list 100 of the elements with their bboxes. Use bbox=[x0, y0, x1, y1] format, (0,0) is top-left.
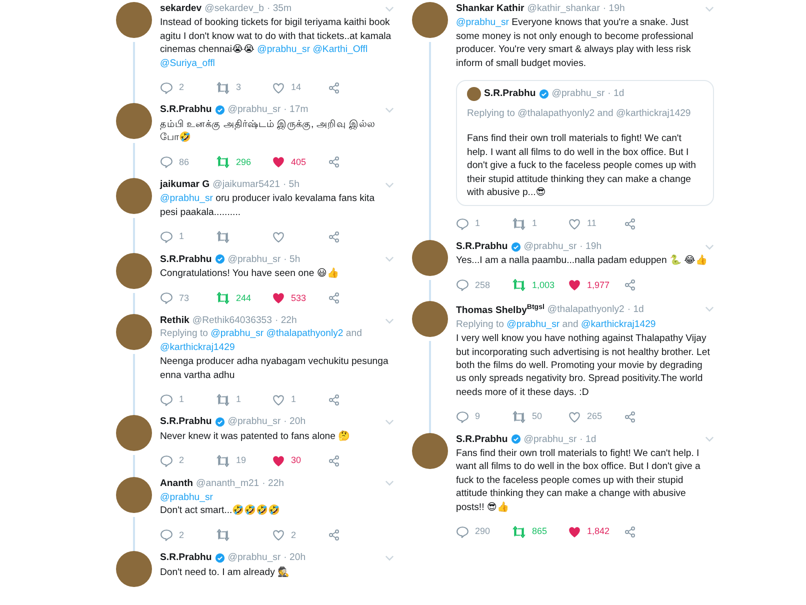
tweet-text: Never knew it was patented to fans alone 🤔 bbox=[160, 430, 352, 444]
reply-button[interactable]: 86 bbox=[160, 156, 216, 170]
retweet-button[interactable]: 1 bbox=[216, 392, 272, 406]
user-name[interactable]: S.R.Prabhu bbox=[456, 240, 508, 254]
chevron-icon[interactable] bbox=[385, 256, 394, 262]
avatar[interactable] bbox=[116, 551, 152, 588]
chevron-icon[interactable] bbox=[385, 182, 394, 188]
retweet-button[interactable]: 19 bbox=[216, 454, 272, 468]
quoted-tweet[interactable] bbox=[456, 80, 714, 206]
retweet-button[interactable]: 3 bbox=[216, 81, 272, 94]
filled-heart-icon bbox=[272, 156, 285, 168]
avatar[interactable] bbox=[412, 2, 448, 38]
tweet-text: Congratulations! You have seen one 😃👍 bbox=[160, 267, 340, 280]
heart-icon bbox=[272, 394, 285, 406]
like-button[interactable]: 11 bbox=[568, 217, 624, 231]
user-name[interactable]: S.R.Prabhu bbox=[160, 551, 212, 565]
like-button[interactable]: 1,977 bbox=[568, 278, 624, 292]
retweet-icon bbox=[216, 292, 230, 304]
like-button[interactable]: 1 bbox=[272, 392, 328, 406]
avatar[interactable] bbox=[116, 415, 152, 452]
like-button[interactable]: 533 bbox=[272, 292, 328, 305]
user-handle: @prabhu_sr bbox=[228, 252, 281, 266]
reply-button[interactable]: 73 bbox=[160, 292, 216, 305]
tweet-text: @prabhu_sr oru producer ivalo kevalama fans kita pesi paakala.......... bbox=[160, 192, 376, 220]
like-button[interactable]: 1,842 bbox=[568, 524, 624, 538]
user-name[interactable]: Rethik bbox=[160, 314, 190, 328]
reply-button[interactable]: 290 bbox=[456, 524, 512, 538]
avatar[interactable] bbox=[412, 240, 448, 276]
user-name[interactable]: S.R.Prabhu bbox=[160, 103, 212, 117]
replying-to-text: Replying to @prabhu_sr and @karthickraj1429 bbox=[456, 318, 657, 332]
tweet-time: · 1d bbox=[627, 302, 644, 316]
retweet-button[interactable]: 1 bbox=[512, 217, 568, 231]
like-button[interactable]: 30 bbox=[272, 454, 328, 468]
retweet-button[interactable]: 244 bbox=[216, 292, 272, 305]
speech-bubble-icon bbox=[160, 529, 173, 542]
user-handle: @kathir_shankar bbox=[527, 2, 600, 16]
user-name[interactable]: S.R.Prabhu bbox=[484, 87, 536, 101]
share-icon bbox=[624, 218, 636, 230]
chevron-icon[interactable] bbox=[705, 306, 714, 312]
avatar[interactable] bbox=[467, 87, 481, 102]
chevron-icon[interactable] bbox=[705, 6, 714, 12]
user-name[interactable]: jaikumar G bbox=[160, 178, 210, 192]
avatar[interactable] bbox=[116, 2, 152, 38]
retweet-button[interactable]: 50 bbox=[512, 410, 568, 424]
user-name[interactable]: Thomas Shelby$^{Btgsl}$ bbox=[456, 301, 544, 318]
avatar[interactable] bbox=[116, 178, 152, 214]
user-handle: @jaikumar5421 bbox=[212, 178, 280, 192]
chevron-icon[interactable] bbox=[705, 436, 714, 442]
chevron-icon[interactable] bbox=[385, 480, 394, 486]
retweet-icon bbox=[216, 230, 230, 243]
like-button[interactable]: 405 bbox=[272, 156, 328, 170]
retweet-button[interactable]: 1,003 bbox=[512, 278, 568, 292]
chevron-icon[interactable] bbox=[385, 6, 394, 12]
reply-button[interactable]: 2 bbox=[160, 528, 216, 542]
user-name[interactable]: S.R.Prabhu bbox=[160, 415, 212, 429]
retweet-button[interactable]: 865 bbox=[512, 524, 568, 538]
avatar[interactable] bbox=[412, 432, 448, 469]
speech-bubble-icon bbox=[160, 156, 173, 168]
chevron-icon[interactable] bbox=[385, 107, 394, 114]
user-handle: @prabhu_sr bbox=[524, 432, 577, 446]
retweet-icon bbox=[512, 279, 526, 292]
reply-button[interactable]: 258 bbox=[456, 278, 512, 292]
user-name[interactable]: Ananth bbox=[160, 476, 194, 490]
user-name[interactable]: sekardev bbox=[160, 2, 202, 16]
reply-button[interactable]: 1 bbox=[160, 392, 216, 406]
avatar[interactable] bbox=[116, 252, 152, 289]
tweet-time: · 22h bbox=[262, 476, 284, 490]
like-button[interactable]: 265 bbox=[568, 410, 624, 424]
heart-icon bbox=[272, 230, 285, 243]
share-icon bbox=[328, 156, 340, 168]
reply-button[interactable]: 1 bbox=[456, 217, 512, 231]
quoted-tweet-text: Fans find their own troll materials to fight! We can't help. I want all films to do well in the box office. But I don't give a fuck to the faceless people comes up with their stupid attitude thinking they can make a change with abusive p...😎 bbox=[467, 132, 698, 200]
share-icon bbox=[624, 279, 636, 292]
avatar[interactable] bbox=[116, 314, 152, 350]
reply-button[interactable]: 1 bbox=[160, 230, 216, 244]
chevron-icon[interactable] bbox=[385, 419, 394, 426]
avatar[interactable] bbox=[116, 103, 152, 140]
user-handle: @prabhu_sr bbox=[228, 415, 281, 429]
share-icon bbox=[328, 82, 340, 94]
user-name[interactable]: Shankar Kathir bbox=[456, 2, 524, 16]
heart-icon bbox=[568, 410, 581, 423]
user-name[interactable]: S.R.Prabhu bbox=[160, 252, 212, 266]
retweet-icon bbox=[216, 529, 230, 542]
chevron-icon[interactable] bbox=[385, 554, 394, 561]
chevron-icon[interactable] bbox=[705, 244, 714, 250]
avatar[interactable] bbox=[412, 301, 448, 338]
retweet-button[interactable]: 296 bbox=[216, 156, 272, 170]
reply-button[interactable]: 2 bbox=[160, 81, 216, 94]
replying-to-text: Replying to @prabhu_sr @thalapathyonly2 and @karthickraj1429 bbox=[160, 327, 363, 354]
like-button[interactable]: 14 bbox=[272, 81, 328, 94]
tweet-text: I very well know you have nothing against Thalapathy Vijay but incorporating such advertising is not healthy brother. Let both the films do well. Promoting your movie by degrading us only spreads negativity bro. Spread positivity.The world needs more of it these days. :D bbox=[456, 332, 711, 400]
tweet-text: தம்பி உனக்கு அதிர்ஷ்டம் இருக்கு, அறிவு இல்ல போ🤣 bbox=[160, 118, 376, 145]
chevron-icon[interactable] bbox=[385, 318, 394, 324]
reply-button[interactable]: 9 bbox=[456, 410, 512, 424]
tweet-time: · 1d bbox=[580, 432, 596, 446]
replying-to-text: Replying to @thalapathyonly2 and @karthickraj1429 bbox=[467, 107, 692, 120]
reply-button[interactable]: 2 bbox=[160, 454, 216, 468]
like-button[interactable]: 2 bbox=[272, 528, 328, 542]
user-name[interactable]: S.R.Prabhu bbox=[456, 432, 508, 446]
avatar[interactable] bbox=[116, 476, 152, 513]
